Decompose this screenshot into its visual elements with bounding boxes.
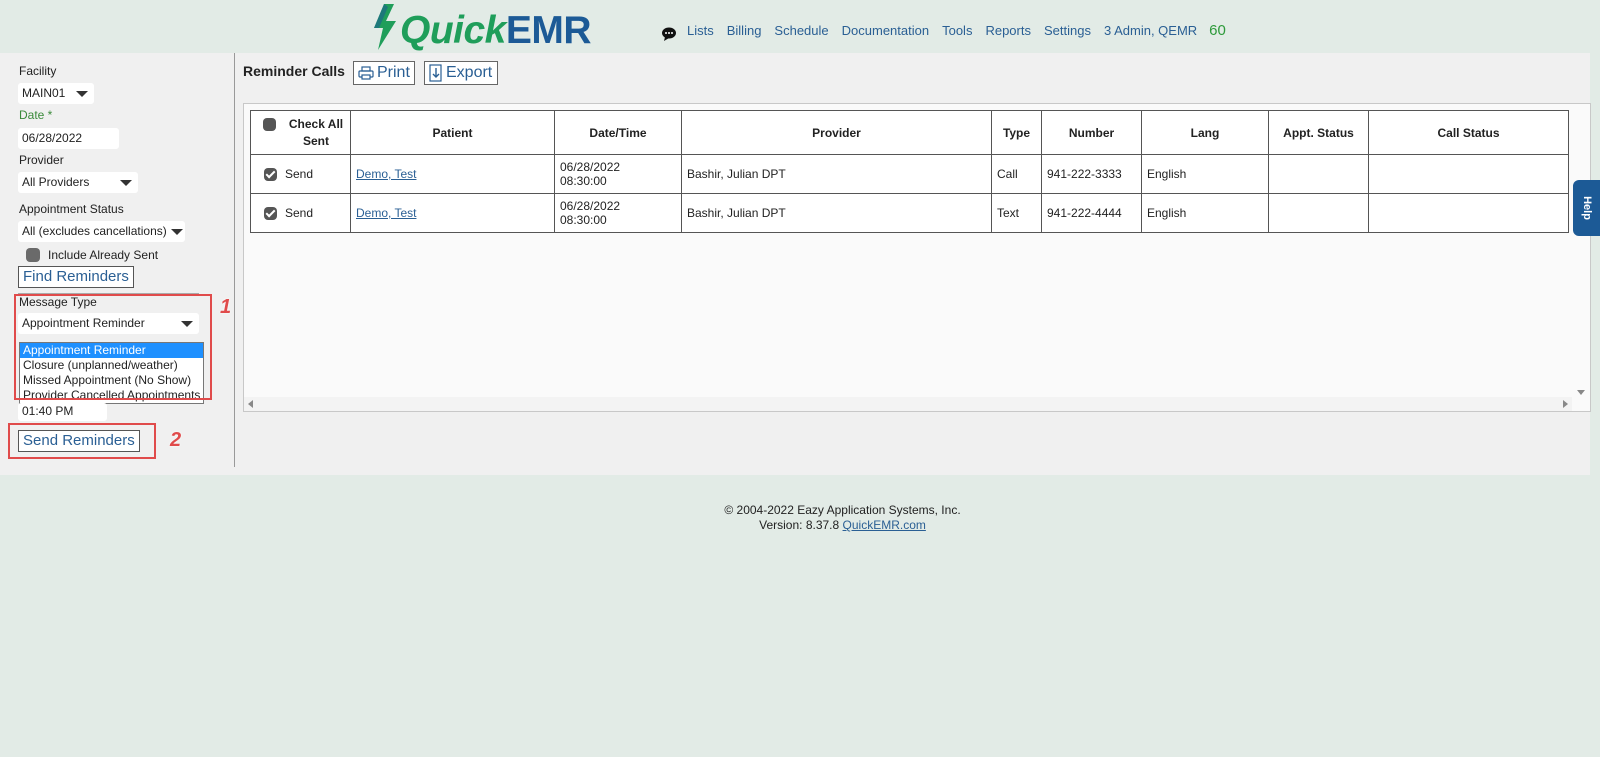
nav-billing[interactable]: Billing — [727, 23, 762, 38]
vertical-scrollbar[interactable] — [1572, 104, 1590, 397]
main-panel: Facility MAIN01 Date * 06/28/2022 Provid… — [0, 53, 1591, 475]
annotation-box-2 — [8, 423, 156, 459]
nav-user-menu[interactable]: 3 Admin, QEMR — [1104, 23, 1197, 38]
export-file-icon — [429, 64, 442, 82]
app-header: QuickEMR Lists Billing Schedule Document… — [0, 0, 1600, 53]
page-footer: © 2004-2022 Eazy Application Systems, In… — [0, 503, 1600, 533]
nav-settings[interactable]: Settings — [1044, 23, 1091, 38]
nav-reports[interactable]: Reports — [985, 23, 1031, 38]
send-label: Send — [285, 205, 314, 220]
annotation-box-1 — [14, 294, 212, 400]
session-counter: 60 — [1209, 22, 1226, 39]
nav-documentation[interactable]: Documentation — [842, 23, 929, 38]
patient-link[interactable]: Demo, Test — [356, 206, 416, 220]
time-input[interactable]: 01:40 PM — [18, 403, 107, 421]
call-status-cell — [1368, 154, 1569, 194]
chevron-down-icon — [76, 91, 88, 97]
chevron-down-icon — [171, 229, 183, 235]
appt-status-cell — [1268, 154, 1369, 194]
scroll-down-arrow-icon[interactable] — [1577, 390, 1585, 395]
column-provider[interactable]: Provider — [681, 110, 992, 155]
column-lang[interactable]: Lang — [1141, 110, 1269, 155]
help-tab[interactable]: Help — [1573, 180, 1600, 236]
nav-lists[interactable]: Lists — [687, 23, 714, 38]
table-row: Send Demo, Test 06/28/2022 08:30:00 Bash… — [250, 193, 1569, 233]
filter-sidebar: Facility MAIN01 Date * 06/28/2022 Provid… — [0, 53, 235, 467]
appointment-status-label: Appointment Status — [19, 202, 124, 216]
page-title: Reminder Calls — [243, 63, 345, 79]
column-appt-status[interactable]: Appt. Status — [1268, 110, 1369, 155]
chat-bubble-icon[interactable] — [661, 26, 677, 42]
copyright-text: © 2004-2022 Eazy Application Systems, In… — [724, 503, 961, 517]
type-cell: Call — [991, 154, 1042, 194]
include-sent-label: Include Already Sent — [48, 248, 159, 262]
print-button[interactable]: Print — [353, 61, 415, 85]
number-cell: 941-222-4444 — [1041, 193, 1142, 233]
provider-cell: Bashir, Julian DPT — [681, 193, 992, 233]
provider-label: Provider — [19, 153, 64, 167]
send-label: Send — [285, 166, 314, 181]
appointment-status-select[interactable]: All (excludes cancellations) — [18, 221, 185, 242]
table-row: Send Demo, Test 06/28/2022 08:30:00 Bash… — [250, 154, 1569, 194]
column-type[interactable]: Type — [991, 110, 1042, 155]
facility-select[interactable]: MAIN01 — [18, 83, 94, 104]
provider-select[interactable]: All Providers — [18, 172, 138, 193]
column-datetime[interactable]: Date/Time — [554, 110, 682, 155]
export-button[interactable]: Export — [424, 61, 498, 85]
send-checkbox[interactable] — [264, 207, 277, 221]
quickemr-link[interactable]: QuickEMR.com — [843, 518, 926, 532]
facility-label: Facility — [19, 64, 57, 78]
appointment-date: 06/28/2022 — [560, 160, 621, 174]
logo-emr-text: EMR — [505, 9, 592, 52]
number-cell: 941-222-3333 — [1041, 154, 1142, 194]
date-label: Date * — [19, 108, 53, 122]
column-check-all: Check All Sent — [250, 110, 351, 155]
chevron-down-icon — [120, 180, 132, 186]
type-cell: Text — [991, 193, 1042, 233]
lang-cell: English — [1141, 154, 1269, 194]
nav-schedule[interactable]: Schedule — [774, 23, 828, 38]
scroll-right-arrow-icon[interactable] — [1563, 400, 1568, 408]
provider-cell: Bashir, Julian DPT — [681, 154, 992, 194]
appointment-time: 08:30:00 — [560, 213, 607, 227]
date-input[interactable]: 06/28/2022 — [18, 128, 119, 149]
reminders-grid: Check All Sent Patient Date/Time Provide… — [243, 103, 1591, 412]
appt-status-cell — [1268, 193, 1369, 233]
nav-tools[interactable]: Tools — [942, 23, 972, 38]
find-reminders-button[interactable]: Find Reminders — [18, 266, 134, 288]
appointment-time: 08:30:00 — [560, 174, 607, 188]
scroll-left-arrow-icon[interactable] — [248, 400, 253, 408]
column-call-status[interactable]: Call Status — [1368, 110, 1569, 155]
reminders-table: Check All Sent Patient Date/Time Provide… — [250, 110, 1569, 233]
printer-icon — [358, 66, 374, 80]
logo-quick-text: Quick — [400, 9, 506, 52]
lang-cell: English — [1141, 193, 1269, 233]
column-patient[interactable]: Patient — [350, 110, 555, 155]
include-sent-checkbox[interactable] — [26, 248, 40, 262]
call-status-cell — [1368, 193, 1569, 233]
main-nav: Lists Billing Schedule Documentation Too… — [661, 22, 1226, 42]
appointment-date: 06/28/2022 — [560, 199, 621, 213]
check-all-checkbox[interactable] — [263, 117, 276, 131]
annotation-number-2: 2 — [170, 429, 182, 451]
patient-link[interactable]: Demo, Test — [356, 167, 416, 181]
table-header-row: Check All Sent Patient Date/Time Provide… — [250, 110, 1569, 155]
horizontal-scrollbar[interactable] — [244, 397, 1572, 411]
version-text: Version: 8.37.8 — [759, 518, 840, 532]
quickemr-logo[interactable]: QuickEMR — [370, 4, 592, 52]
annotation-number-1: 1 — [220, 296, 232, 318]
lightning-bolt-icon — [374, 4, 396, 50]
send-checkbox[interactable] — [264, 168, 277, 182]
column-number[interactable]: Number — [1041, 110, 1142, 155]
